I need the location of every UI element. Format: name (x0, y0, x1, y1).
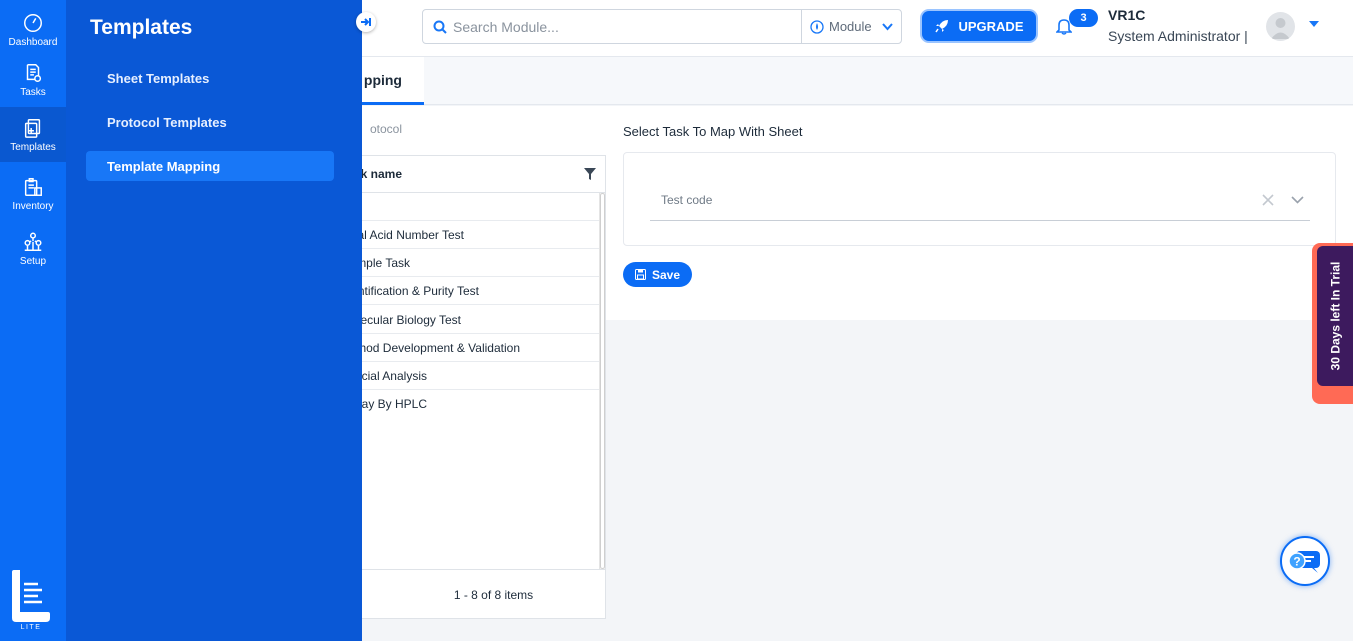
test-code-select[interactable]: Test code (650, 183, 1310, 221)
protocol-label: otocol (369, 122, 402, 136)
mapping-title: Select Task To Map With Sheet (623, 124, 803, 139)
column-header-task-name: sk name (362, 167, 402, 181)
icon-rail: Dashboard Tasks Templates Inventory Setu… (0, 0, 66, 641)
table-cell: al Acid Number Test (362, 227, 464, 242)
table-row[interactable]: ay By HPLC (362, 390, 599, 418)
rail-item-label: Dashboard (8, 36, 58, 48)
trial-ribbon-inner: 30 Days left In Trial (1317, 246, 1353, 386)
module-select[interactable]: Module (801, 10, 901, 43)
save-icon (634, 269, 646, 280)
table-cell: thod Development & Validation (362, 340, 520, 355)
search-box: Module (422, 9, 902, 44)
collapse-sidebar-button[interactable] (356, 12, 376, 32)
chevron-down-icon[interactable] (1291, 196, 1304, 204)
filter-icon[interactable] (583, 167, 597, 181)
table-row[interactable]: cial Analysis (362, 362, 599, 390)
tab-strip: pping (362, 57, 1353, 105)
inventory-icon (24, 177, 42, 196)
flyout-item-label: Template Mapping (107, 158, 221, 174)
test-code-placeholder: Test code (661, 193, 713, 207)
flyout-item-template-mapping[interactable]: Template Mapping (86, 151, 334, 181)
rail-item-tasks[interactable]: Tasks (0, 52, 66, 107)
grid-scrollbar[interactable] (599, 193, 605, 569)
svg-text:?: ? (1293, 555, 1300, 569)
table-row[interactable]: ecular Biology Test (362, 306, 599, 334)
help-chat-button[interactable]: ? (1280, 536, 1330, 586)
table-row[interactable] (362, 193, 599, 221)
app-logo: LITE (12, 570, 50, 630)
mapping-card: Test code (623, 152, 1336, 246)
search-input[interactable] (453, 18, 783, 35)
notification-badge: 3 (1069, 9, 1098, 27)
table-row[interactable]: ntification & Purity Test (362, 277, 599, 305)
flyout-item-label: Protocol Templates (107, 114, 227, 130)
templates-flyout: Templates Sheet Templates Protocol Templ… (66, 0, 362, 641)
module-select-label: Module (829, 19, 872, 34)
setup-icon (24, 232, 42, 251)
flyout-title: Templates (90, 16, 193, 39)
rail-item-label: Setup (19, 255, 47, 267)
user-name: VR1C (1108, 7, 1146, 23)
svg-text:LITE: LITE (21, 624, 42, 630)
user-avatar-icon (1271, 18, 1290, 39)
tasks-icon (26, 63, 42, 82)
rail-item-templates[interactable]: Templates (0, 107, 66, 162)
grid-header: sk name (362, 156, 605, 193)
chevron-down-icon (881, 22, 893, 30)
rail-item-inventory[interactable]: Inventory (0, 166, 66, 221)
save-button[interactable]: Save (623, 262, 692, 287)
rail-item-dashboard[interactable]: Dashboard (0, 2, 66, 57)
save-label: Save (651, 267, 681, 282)
top-bar: Module UPGRADE 3 VR1C System Administrat… (362, 0, 1353, 57)
tab-template-mapping[interactable]: pping (362, 57, 424, 105)
table-row[interactable]: mple Task (362, 249, 599, 277)
search-icon (433, 20, 447, 34)
task-grid: sk name al Acid Number Test mple Task nt… (362, 155, 606, 619)
trial-ribbon[interactable]: 30 Days left In Trial (1312, 243, 1353, 404)
chat-help-icon: ? (1288, 551, 1320, 573)
grid-scrollbar-thumb[interactable] (600, 193, 605, 569)
rail-item-label: Templates (10, 141, 56, 153)
grid-pager: 1 - 8 of 8 items (362, 569, 605, 619)
user-role: System Administrator | (1108, 28, 1248, 44)
flyout-item-label: Sheet Templates (107, 70, 210, 86)
table-cell: mple Task (362, 255, 410, 270)
flyout-item-sheet-templates[interactable]: Sheet Templates (86, 63, 334, 93)
upgrade-button[interactable]: UPGRADE (922, 11, 1036, 41)
clear-icon[interactable] (1262, 194, 1274, 206)
upgrade-label: UPGRADE (958, 18, 1024, 34)
table-row[interactable]: thod Development & Validation (362, 334, 599, 362)
collapse-arrow-icon (361, 18, 371, 26)
rail-item-setup[interactable]: Setup (0, 221, 66, 276)
flyout-item-protocol-templates[interactable]: Protocol Templates (86, 107, 334, 137)
table-cell: cial Analysis (362, 368, 427, 383)
rocket-icon (935, 20, 949, 33)
templates-icon (24, 118, 41, 138)
rail-item-label: Tasks (20, 86, 46, 98)
table-cell: ecular Biology Test (362, 312, 461, 327)
rail-item-label: Inventory (12, 200, 54, 212)
module-icon (810, 19, 824, 34)
caret-down-icon[interactable] (1308, 20, 1320, 28)
table-cell: ntification & Purity Test (362, 283, 479, 298)
table-row[interactable]: al Acid Number Test (362, 221, 599, 249)
trial-text: 30 Days left In Trial (1328, 261, 1342, 371)
table-cell: ay By HPLC (362, 397, 427, 411)
avatar[interactable] (1266, 12, 1295, 41)
dashboard-icon (24, 13, 42, 32)
